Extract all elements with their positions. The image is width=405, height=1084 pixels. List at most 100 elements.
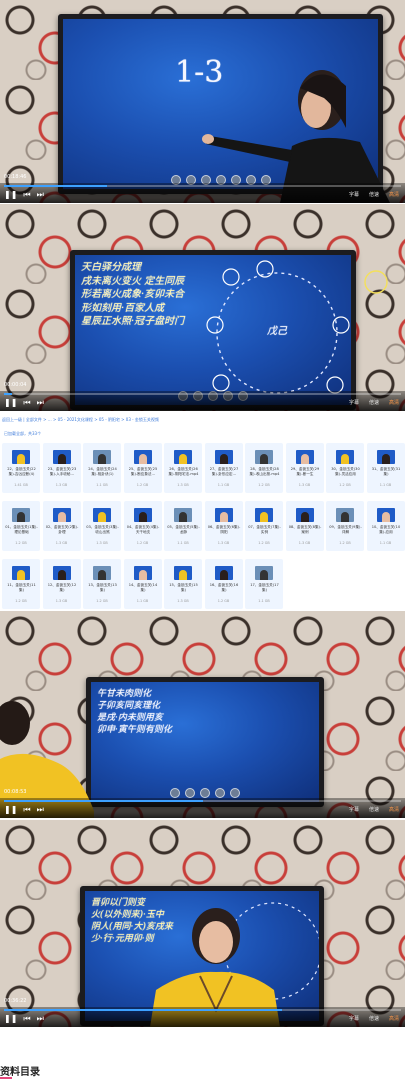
file-tile[interactable]: 11、金锁玉关(11集) 1.2 GB bbox=[2, 559, 40, 609]
file-tile[interactable]: 03、金锁玉关(3集)-收山出煞 1.3 GB bbox=[83, 501, 121, 551]
file-name: 28、金锁玉关(28集)-收山出煞.mp4 bbox=[249, 467, 280, 476]
file-name: 02、金锁玉关(2集)-卦理 bbox=[45, 525, 79, 534]
speed-button[interactable]: 倍速 bbox=[369, 806, 379, 813]
speed-button[interactable]: 倍速 bbox=[369, 399, 379, 406]
next-icon[interactable]: ⏭ bbox=[37, 806, 44, 814]
previous-icon[interactable]: ⏮ bbox=[23, 806, 30, 814]
file-name: 23、金锁玉关(23集)-入手收秘… bbox=[47, 467, 77, 476]
wheel-center-text: 戊己 bbox=[267, 326, 287, 337]
file-size: 1.3 GB bbox=[298, 541, 311, 545]
previous-icon[interactable]: ⏮ bbox=[23, 399, 30, 407]
pause-icon[interactable]: ❚❚ bbox=[4, 1015, 17, 1023]
file-size: 1.1 GB bbox=[258, 599, 270, 603]
smart-board: 午甘未肉则化 子卯亥同亥理化 是戌·内未则用亥 卯申·寅午则有则化 bbox=[86, 677, 324, 807]
file-count: 已加载全部，共33个 bbox=[4, 431, 42, 436]
time-display: 00:18:46 bbox=[4, 174, 27, 180]
file-tile[interactable]: 17、金锁玉关(17集) 1.1 GB bbox=[245, 559, 283, 609]
subtitle-button[interactable]: 字幕 bbox=[349, 399, 359, 406]
file-tile[interactable]: 13、金锁玉关(13集) 1.2 GB bbox=[83, 559, 121, 609]
previous-icon[interactable]: ⏮ bbox=[23, 1015, 30, 1023]
speed-button[interactable]: 倍速 bbox=[369, 1015, 379, 1022]
section-underline bbox=[0, 1077, 12, 1079]
file-size: 1.2 GB bbox=[15, 599, 27, 603]
file-tile[interactable]: 06、金锁玉关(6集)-阴阳 1.3 GB bbox=[204, 501, 243, 551]
video-player-4[interactable]: 晋卯以门则变 火(以外则来)·玉中 阴人(用同·大)亥戌来 少·行·元用卯·则 … bbox=[0, 820, 405, 1027]
pause-icon[interactable]: ❚❚ bbox=[4, 399, 17, 407]
circle-marker bbox=[364, 270, 388, 294]
file-name: 31、金锁玉关(31集) bbox=[371, 467, 401, 476]
file-tile[interactable]: 10、金锁玉关(10集)-应用 1.1 GB bbox=[366, 501, 405, 551]
video-thumbnail-icon bbox=[133, 450, 152, 464]
file-name: 09、金锁玉关(9集)-详解 bbox=[329, 525, 362, 534]
breadcrumb[interactable]: 返回上一级 | 全部文件 > … > 05 - 2021文化课程 > 05 - … bbox=[2, 417, 159, 423]
pause-icon[interactable]: ❚❚ bbox=[4, 191, 17, 199]
file-tile[interactable]: 01、金锁玉关(1集)-理论基础 1.2 GB bbox=[2, 501, 40, 551]
progress-bar[interactable] bbox=[4, 393, 401, 395]
file-size: 1.1 GB bbox=[136, 599, 149, 603]
file-name: 27、金锁玉关(27集)-卦形应定… bbox=[209, 467, 239, 476]
video-player-2[interactable]: 天白驿分成理 戌未离火变火 定生同辰 形若离火成象·亥卯未合 形如刻用·百家人成… bbox=[0, 204, 405, 411]
video-thumbnail-icon bbox=[52, 508, 71, 522]
time-display: 00:00:04 bbox=[4, 382, 27, 388]
quality-button[interactable]: 高清 bbox=[389, 806, 399, 813]
progress-bar[interactable] bbox=[4, 185, 401, 187]
file-size: 1.3 GB bbox=[55, 483, 68, 487]
file-tile[interactable]: 22、金锁玉关(22集)-吉凶应断(4) 1.41 GB bbox=[2, 443, 40, 493]
video-thumbnail-icon bbox=[12, 566, 30, 580]
next-icon[interactable]: ⏭ bbox=[37, 399, 44, 407]
file-size: 1.2 GB bbox=[15, 541, 27, 545]
file-tile[interactable]: 07、金锁玉关(7集)-实例 1.2 GB bbox=[245, 501, 283, 551]
file-tile[interactable]: 25、金锁玉关(25集)-断应象法… 1.2 GB bbox=[123, 443, 162, 493]
player-controls: 00:18:46 ❚❚ ⏮ ⏭ 字幕 倍速 高清 bbox=[0, 174, 405, 203]
file-tile[interactable]: 26、金锁玉关(26集)-阴阳宅法.mp4 1.3 GB bbox=[164, 443, 202, 493]
file-tile[interactable]: 08、金锁玉关(8集)-案例 1.3 GB bbox=[285, 501, 324, 551]
file-tile[interactable]: 12、金锁玉关(12集) 1.3 GB bbox=[42, 559, 81, 609]
file-tile[interactable]: 30、金锁玉关(30集)-灵活应用 1.2 GB bbox=[326, 443, 364, 493]
file-name: 10、金锁玉关(10集)-应用 bbox=[371, 525, 401, 534]
file-tile[interactable]: 14、金锁玉关(14集) 1.1 GB bbox=[123, 559, 162, 609]
file-tile[interactable]: 27、金锁玉关(27集)-卦形应定… 1.1 GB bbox=[204, 443, 243, 493]
subtitle-button[interactable]: 字幕 bbox=[349, 806, 359, 813]
file-size: 1.1 GB bbox=[379, 541, 392, 545]
file-size: 1.2 GB bbox=[217, 599, 230, 603]
file-tile[interactable]: 23、金锁玉关(23集)-入手收秘… 1.3 GB bbox=[42, 443, 81, 493]
file-size: 1.3 GB bbox=[217, 541, 230, 545]
progress-bar[interactable] bbox=[4, 800, 401, 802]
file-tile[interactable]: 09、金锁玉关(9集)-详解 1.2 GB bbox=[326, 501, 364, 551]
video-thumbnail-icon bbox=[52, 566, 71, 580]
speed-button[interactable]: 倍速 bbox=[369, 191, 379, 198]
presenter bbox=[202, 70, 390, 203]
quality-button[interactable]: 高清 bbox=[389, 191, 399, 198]
quality-button[interactable]: 高清 bbox=[389, 399, 399, 406]
next-icon[interactable]: ⏭ bbox=[37, 191, 44, 199]
progress-bar[interactable] bbox=[4, 1009, 401, 1011]
file-tile[interactable]: 04、金锁玉关(4集)-天干地支 1.2 GB bbox=[123, 501, 162, 551]
board-text: 午甘未肉则化 子卯亥同亥理化 是戌·内未则用亥 卯申·寅午则有则化 bbox=[97, 689, 172, 736]
file-tile[interactable]: 05、金锁玉关(5集)-龙脉 1.1 GB bbox=[164, 501, 202, 551]
file-size: 1.3 GB bbox=[55, 599, 68, 603]
video-player-1[interactable]: 1-3 00:18:46 ❚❚ ⏮ ⏭ 字幕 倍速 高清 bbox=[0, 0, 405, 203]
player-controls: 00:00:04 ❚❚ ⏮ ⏭ 字幕 倍速 高清 bbox=[0, 382, 405, 411]
video-thumbnail-icon bbox=[93, 508, 111, 522]
file-tile[interactable]: 28、金锁玉关(28集)-收山出煞.mp4 1.2 GB bbox=[245, 443, 283, 493]
file-name: 16、金锁玉关(16集) bbox=[209, 583, 239, 592]
file-tile[interactable]: 24、金锁玉关(24集)-相卦诀(1) 1.1 GB bbox=[83, 443, 121, 493]
video-player-3[interactable]: 午甘未肉则化 子卯亥同亥理化 是戌·内未则用亥 卯申·寅午则有则化 00:08:… bbox=[0, 611, 405, 818]
video-thumbnail-icon bbox=[93, 450, 111, 464]
subtitle-button[interactable]: 字幕 bbox=[349, 191, 359, 198]
file-tile[interactable]: 02、金锁玉关(2集)-卦理 1.3 GB bbox=[42, 501, 81, 551]
subtitle-button[interactable]: 字幕 bbox=[349, 1015, 359, 1022]
file-tile[interactable]: 31、金锁玉关(31集) 1.1 GB bbox=[366, 443, 405, 493]
file-tile[interactable]: 15、金锁玉关(15集) 1.3 GB bbox=[164, 559, 202, 609]
file-size: 1.3 GB bbox=[298, 483, 311, 487]
pause-icon[interactable]: ❚❚ bbox=[4, 806, 17, 814]
section-title: 资料目录 bbox=[0, 1067, 40, 1078]
file-browser: 返回上一级 | 全部文件 > … > 05 - 2021文化课程 > 05 - … bbox=[0, 413, 405, 609]
file-tile[interactable]: 16、金锁玉关(16集) 1.2 GB bbox=[204, 559, 243, 609]
video-thumbnail-icon bbox=[255, 450, 273, 464]
previous-icon[interactable]: ⏮ bbox=[23, 191, 30, 199]
next-icon[interactable]: ⏭ bbox=[37, 1015, 44, 1023]
file-tile[interactable]: 29、金锁玉关(29集)-断一生 1.3 GB bbox=[285, 443, 324, 493]
quality-button[interactable]: 高清 bbox=[389, 1015, 399, 1022]
file-size: 1.1 GB bbox=[96, 483, 108, 487]
